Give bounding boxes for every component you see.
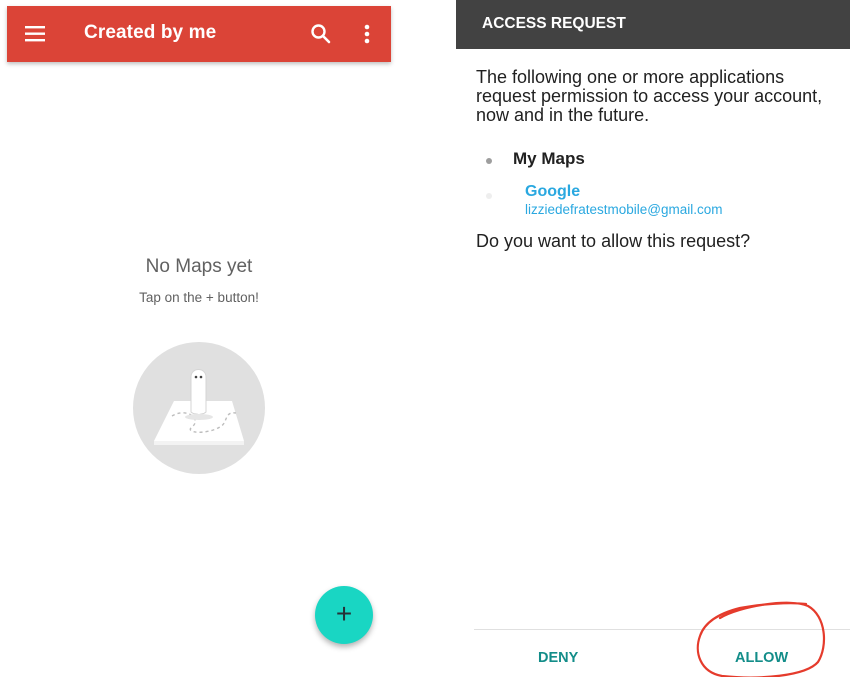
search-icon[interactable] bbox=[309, 22, 333, 46]
requesting-app-name: My Maps bbox=[513, 149, 585, 168]
access-request-dialog: ACCESS REQUEST The following one or more… bbox=[456, 0, 850, 677]
bullet-icon bbox=[486, 158, 492, 164]
more-vert-icon[interactable] bbox=[357, 22, 377, 46]
dialog-title: ACCESS REQUEST bbox=[482, 15, 626, 32]
bullet-icon bbox=[486, 193, 492, 199]
allow-button[interactable]: ALLOW bbox=[735, 650, 788, 666]
dialog-header: ACCESS REQUEST bbox=[456, 0, 850, 49]
ghost-on-map-illustration bbox=[133, 342, 265, 474]
deny-button[interactable]: DENY bbox=[538, 650, 578, 666]
add-map-button[interactable]: + bbox=[315, 586, 373, 644]
account-email: lizziedefratestmobile@gmail.com bbox=[525, 202, 723, 217]
account-provider: Google bbox=[525, 183, 581, 200]
allow-question: Do you want to allow this request? bbox=[476, 231, 751, 251]
app-bar-title: Created by me bbox=[84, 22, 217, 43]
empty-state-subtitle: Tap on the + button! bbox=[139, 290, 259, 305]
empty-state-title: No Maps yet bbox=[145, 256, 253, 277]
app-bar: Created by me bbox=[7, 6, 391, 62]
menu-icon[interactable] bbox=[25, 25, 47, 43]
permission-message: The following one or more applications r… bbox=[476, 67, 823, 125]
my-maps-screen: Created by me No Maps yet Tap on the + b… bbox=[7, 0, 391, 677]
button-divider bbox=[474, 629, 850, 630]
